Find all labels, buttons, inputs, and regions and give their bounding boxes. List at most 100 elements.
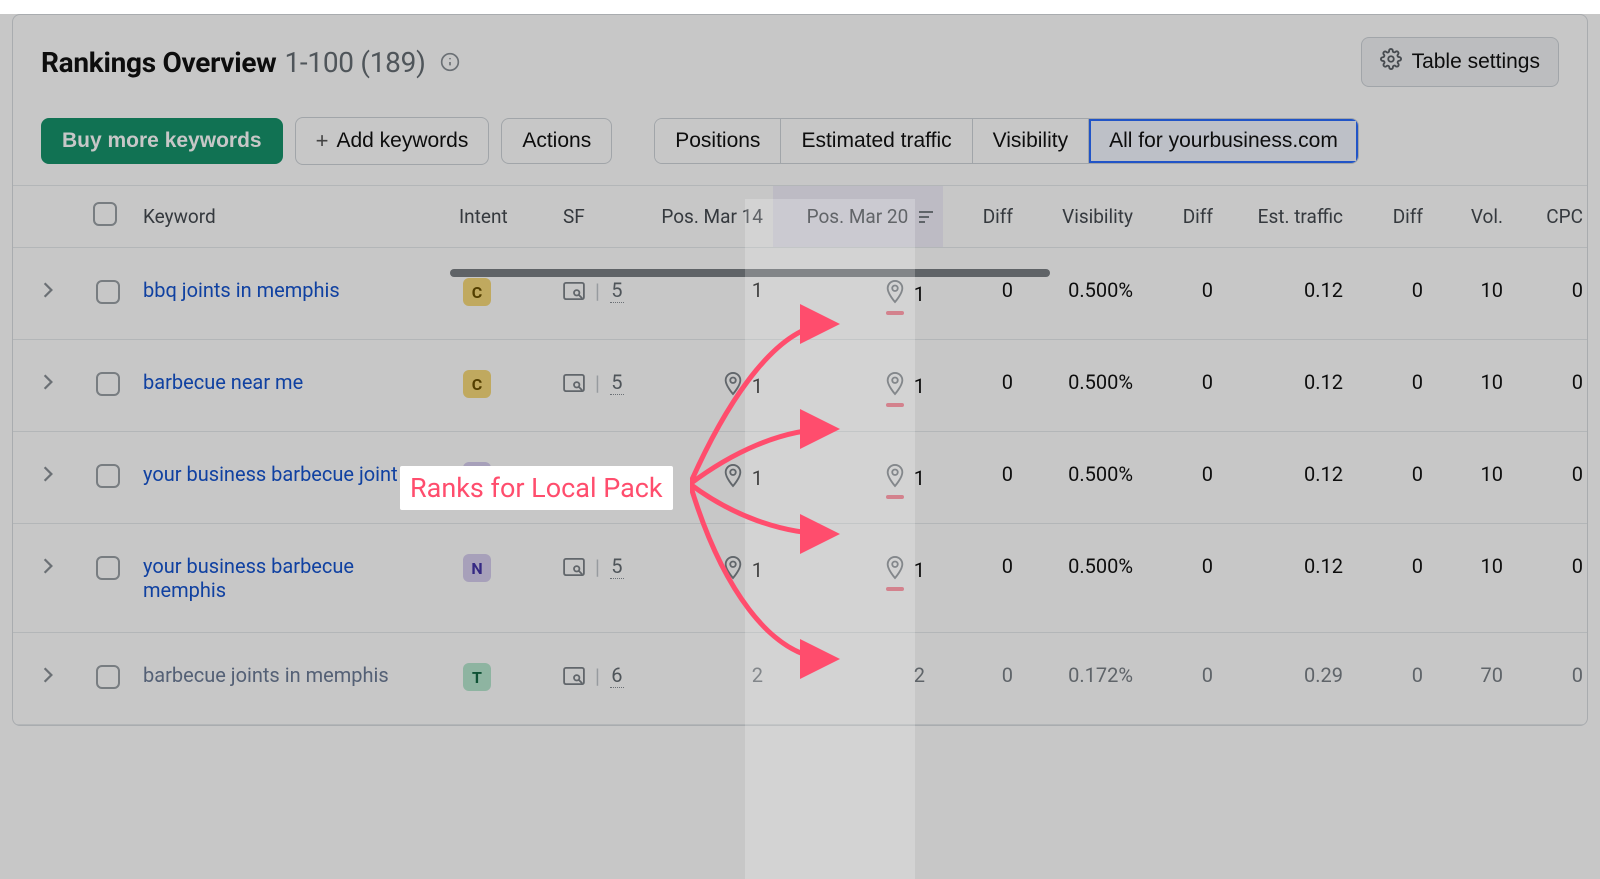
col-visibility[interactable]: Visibility (1023, 186, 1143, 248)
buy-keywords-button[interactable]: Buy more keywords (41, 118, 283, 164)
diff3-cell: 0 (1353, 633, 1433, 725)
table-row: barbecue joints in memphisT|62200.172%00… (13, 633, 1588, 725)
intent-badge[interactable]: C (463, 370, 491, 398)
info-icon[interactable] (440, 52, 460, 72)
col-keyword[interactable]: Keyword (133, 186, 453, 248)
visibility-cell: 0.500% (1023, 340, 1143, 432)
row-checkbox[interactable] (96, 556, 120, 580)
diff3-cell: 0 (1353, 432, 1433, 524)
vol-cell: 10 (1433, 432, 1513, 524)
expand-row[interactable] (13, 524, 83, 633)
pos20-cell: 1 (773, 248, 943, 340)
expand-row[interactable] (13, 340, 83, 432)
localpack-pin-icon (722, 554, 744, 585)
col-diff2[interactable]: Diff (1143, 186, 1223, 248)
localpack-pin-icon (884, 554, 906, 585)
col-vol[interactable]: Vol. (1433, 186, 1513, 248)
col-cpc[interactable]: CPC (1513, 186, 1588, 248)
expand-row[interactable] (13, 633, 83, 725)
actions-button[interactable]: Actions (501, 118, 612, 164)
row-checkbox[interactable] (96, 665, 120, 689)
add-keywords-label: Add keywords (336, 129, 468, 153)
intent-badge[interactable]: T (463, 663, 491, 691)
col-est-traffic[interactable]: Est. traffic (1223, 186, 1353, 248)
sf-cell[interactable]: |5 (563, 554, 624, 579)
cpc-cell: 0 (1513, 248, 1588, 340)
add-keywords-button[interactable]: + Add keywords (295, 117, 490, 165)
intent-badge[interactable]: N (463, 554, 491, 582)
col-diff3[interactable]: Diff (1353, 186, 1433, 248)
col-sf[interactable]: SF (553, 186, 643, 248)
vol-cell: 10 (1433, 340, 1513, 432)
visibility-cell: 0.500% (1023, 248, 1143, 340)
keyword-link[interactable]: bbq joints in memphis (143, 278, 340, 302)
pos14-val: 1 (752, 278, 763, 302)
table-settings-button[interactable]: Table settings (1361, 37, 1559, 87)
diff-cell: 0 (943, 633, 1023, 725)
range-text: 1-100 (189) (284, 46, 425, 79)
row-checkbox[interactable] (96, 280, 120, 304)
toolbar: Buy more keywords + Add keywords Actions… (13, 109, 1587, 186)
pos14-cell: 1 (643, 432, 773, 524)
expand-row[interactable] (13, 432, 83, 524)
sf-cell[interactable]: |5 (563, 370, 624, 395)
pos20-cell: 2 (773, 633, 943, 725)
pos14-val: 2 (752, 663, 763, 687)
sf-cell[interactable]: |5 (563, 278, 624, 303)
seg-visibility[interactable]: Visibility (973, 119, 1089, 163)
col-diff[interactable]: Diff (943, 186, 1023, 248)
table-row: barbecue near meC|51100.500%00.120100htt… (13, 340, 1588, 432)
intent-badge[interactable]: C (463, 278, 491, 306)
serp-feature-icon (563, 374, 585, 392)
diff-cell: 0 (943, 248, 1023, 340)
vol-cell: 70 (1433, 633, 1513, 725)
diff2-cell: 0 (1143, 248, 1223, 340)
vol-cell: 10 (1433, 248, 1513, 340)
panel-header: Rankings Overview1-100 (189) Table setti… (13, 15, 1587, 109)
pos14-cell: 1 (643, 248, 773, 340)
diff3-cell: 0 (1353, 248, 1433, 340)
pos14-val: 1 (752, 466, 763, 490)
table-row: your business barbecue memphisN|51100.50… (13, 524, 1588, 633)
expand-row[interactable] (13, 248, 83, 340)
sf-cell[interactable]: |5 (563, 462, 624, 487)
keyword-link[interactable]: barbecue joints in memphis (143, 663, 389, 687)
select-all-header[interactable] (83, 186, 133, 248)
seg-est-traffic[interactable]: Estimated traffic (781, 119, 972, 163)
row-checkbox[interactable] (96, 464, 120, 488)
localpack-pin-icon (884, 278, 906, 309)
pos20-val: 1 (914, 466, 925, 490)
est-traffic-cell: 0.29 (1223, 633, 1353, 725)
diff2-cell: 0 (1143, 432, 1223, 524)
col-pos20[interactable]: Pos. Mar 20 (773, 186, 943, 248)
pos20-cell: 1 (773, 340, 943, 432)
seg-positions[interactable]: Positions (655, 119, 781, 163)
pos14-cell: 1 (643, 524, 773, 633)
localpack-pin-icon (722, 370, 744, 401)
intent-badge[interactable]: N (463, 462, 491, 490)
table-row: your business barbecue jointN|51100.500%… (13, 432, 1588, 524)
est-traffic-cell: 0.12 (1223, 340, 1353, 432)
sort-icon (919, 209, 933, 227)
col-pos14[interactable]: Pos. Mar 14 (643, 186, 773, 248)
row-checkbox[interactable] (96, 372, 120, 396)
diff3-cell: 0 (1353, 340, 1433, 432)
visibility-cell: 0.500% (1023, 432, 1143, 524)
sf-cell[interactable]: |6 (563, 663, 624, 688)
col-intent[interactable]: Intent (453, 186, 553, 248)
rankings-panel: Rankings Overview1-100 (189) Table setti… (12, 14, 1588, 726)
keyword-link[interactable]: barbecue near me (143, 370, 303, 394)
diff-cell: 0 (943, 432, 1023, 524)
est-traffic-cell: 0.12 (1223, 524, 1353, 633)
est-traffic-cell: 0.12 (1223, 248, 1353, 340)
seg-all-for-domain[interactable]: All for yourbusiness.com (1089, 119, 1358, 163)
keyword-link[interactable]: your business barbecue memphis (143, 554, 423, 602)
est-traffic-cell: 0.12 (1223, 432, 1353, 524)
serp-feature-icon (563, 558, 585, 576)
pos20-cell: 1 (773, 432, 943, 524)
keyword-link[interactable]: your business barbecue joint (143, 462, 398, 486)
pos20-val: 1 (914, 558, 925, 582)
plus-icon: + (316, 128, 329, 154)
cpc-cell: 0 (1513, 633, 1588, 725)
view-segmented-control: Positions Estimated traffic Visibility A… (654, 118, 1359, 164)
